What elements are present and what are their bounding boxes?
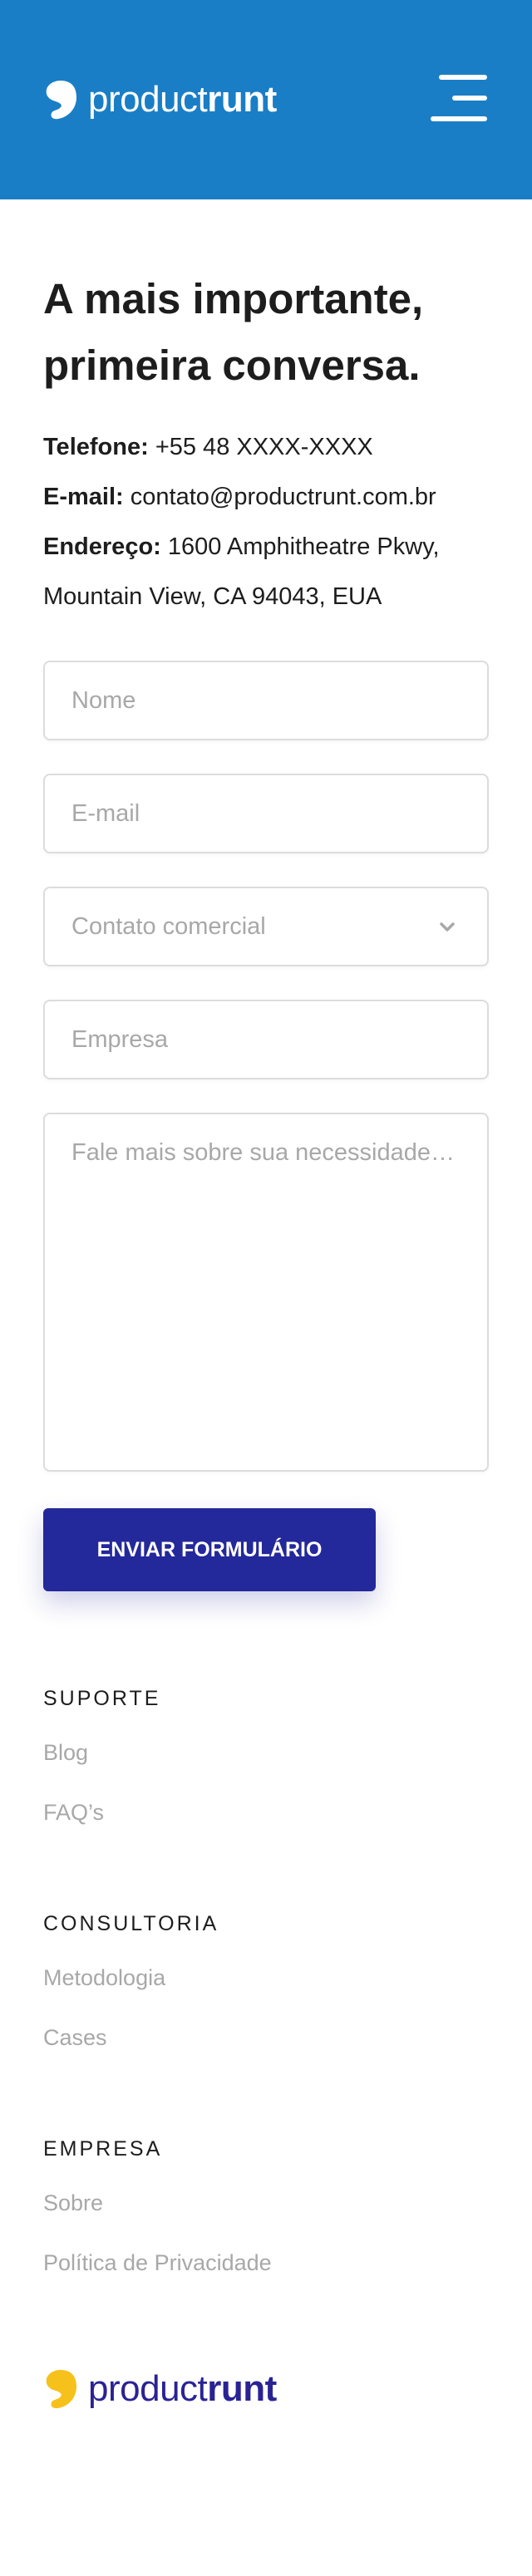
logo-text-light: product: [88, 79, 208, 120]
footer-heading-empresa: EMPRESA: [43, 2137, 163, 2161]
email-value[interactable]: contato@productrunt.com.br: [131, 484, 436, 510]
title-line-1: A mais importante,: [43, 275, 424, 322]
logo-wordmark: productrunt: [88, 79, 277, 120]
subject-select[interactable]: Contato comercial: [43, 887, 489, 966]
site-header: productrunt: [0, 0, 532, 199]
address-info: Endereço: 1600 Amphitheatre Pkwy,: [43, 530, 509, 563]
email-placeholder: E-mail: [71, 800, 140, 827]
hamburger-menu-icon[interactable]: [431, 75, 487, 121]
message-textarea[interactable]: Fale mais sobre sua necessidade…: [43, 1113, 489, 1472]
submit-button[interactable]: ENVIAR FORMULÁRIO: [43, 1508, 376, 1591]
chevron-down-icon: [440, 922, 455, 932]
leaf-icon: [46, 81, 76, 120]
email-info: E-mail: contato@productrunt.com.br: [43, 480, 509, 514]
footer-logo-wordmark: productrunt: [88, 2368, 277, 2410]
email-input[interactable]: E-mail: [43, 774, 489, 853]
address-line-2: Mountain View, CA 94043, EUA: [43, 583, 382, 610]
title-line-2: primeira conversa.: [43, 342, 421, 389]
footer-logo-text-bold: runt: [207, 2368, 277, 2409]
name-placeholder: Nome: [71, 687, 136, 714]
footer-link-sobre[interactable]: Sobre: [43, 2190, 103, 2216]
email-label: E-mail:: [43, 484, 124, 510]
footer-link-cases[interactable]: Cases: [43, 2025, 107, 2051]
address-info-line-2: Mountain View, CA 94043, EUA: [43, 580, 509, 613]
footer-heading-suporte: SUPORTE: [43, 1687, 161, 1710]
phone-label: Telefone:: [43, 434, 149, 460]
menu-line: [439, 75, 487, 80]
header-logo[interactable]: productrunt: [43, 75, 277, 125]
company-input[interactable]: Empresa: [43, 1000, 489, 1079]
footer-heading-consultoria: CONSULTORIA: [43, 1912, 219, 1935]
footer-link-blog[interactable]: Blog: [43, 1740, 88, 1766]
menu-line: [431, 116, 487, 121]
name-input[interactable]: Nome: [43, 661, 489, 740]
page-title: A mais importante, primeira conversa.: [43, 266, 492, 399]
footer-link-faqs[interactable]: FAQ’s: [43, 1800, 104, 1826]
footer-link-privacidade[interactable]: Política de Privacidade: [43, 2250, 272, 2276]
footer-logo[interactable]: productrunt: [43, 2364, 277, 2414]
address-line-1: 1600 Amphitheatre Pkwy,: [167, 533, 440, 560]
phone-value[interactable]: +55 48 XXXX-XXXX: [155, 434, 373, 460]
subject-selected-value: Contato comercial: [71, 913, 266, 940]
menu-line: [452, 96, 487, 101]
message-placeholder: Fale mais sobre sua necessidade…: [71, 1139, 456, 1166]
footer-logo-text-light: product: [88, 2368, 208, 2409]
footer-link-metodologia[interactable]: Metodologia: [43, 1965, 165, 1991]
phone-info: Telefone: +55 48 XXXX-XXXX: [43, 430, 509, 464]
address-label: Endereço:: [43, 533, 161, 560]
logo-text-bold: runt: [207, 79, 277, 120]
company-placeholder: Empresa: [71, 1026, 169, 1053]
leaf-icon: [46, 2370, 76, 2409]
